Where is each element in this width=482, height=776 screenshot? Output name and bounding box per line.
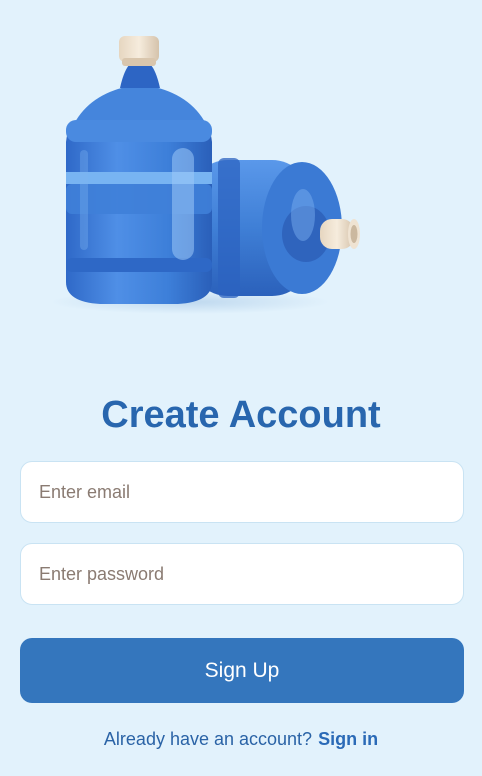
standing-bottle <box>66 36 212 304</box>
water-bottles-illustration <box>50 36 360 314</box>
lying-bottle <box>190 158 360 298</box>
sign-up-button[interactable]: Sign Up <box>20 638 464 703</box>
signin-prompt-text: Already have an account? <box>103 729 313 749</box>
sign-in-link[interactable]: Sign in <box>318 729 378 749</box>
password-field[interactable] <box>20 543 464 605</box>
email-field[interactable] <box>20 461 464 523</box>
page-title: Create Account <box>101 394 381 436</box>
signin-prompt: Already have an account? Sign in <box>0 729 482 750</box>
